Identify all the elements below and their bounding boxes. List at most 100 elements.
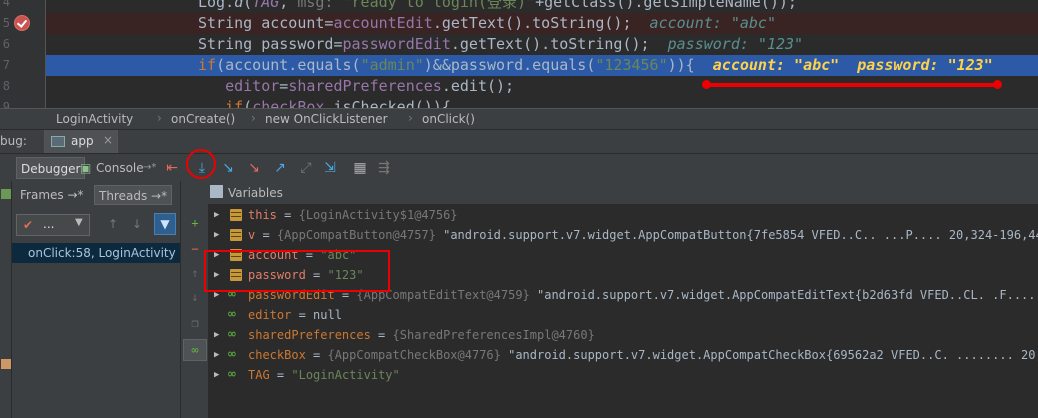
session-name: app [71, 134, 94, 148]
expand-arrow-icon[interactable]: ▶ [214, 325, 219, 345]
variable-row[interactable]: ▶ v = {AppCompatButton@4757} "android.sup… [208, 225, 1038, 245]
code-token: "admin" [360, 56, 424, 74]
code-token: if [198, 56, 217, 74]
code-token: sharedPreferences [288, 77, 442, 95]
filter-icon[interactable]: ▼ [154, 213, 176, 235]
arrow-down-icon[interactable]: ↓ [132, 217, 142, 231]
code-token: "ready to login(登录)" [342, 0, 536, 11]
code-token: d [234, 0, 244, 11]
variable-value: "android.support.v7.widget.AppCompatEdit… [537, 288, 1038, 302]
console-icon: ▣ [80, 161, 92, 175]
drop-frame-icon[interactable]: ⤢ [298, 160, 314, 176]
console-pin-icon[interactable]: →* [143, 157, 156, 179]
evaluate-expression-icon[interactable]: ▦ [352, 160, 368, 176]
variables-title: Variables [228, 186, 283, 200]
variable-row[interactable]: ▶ ∞ TAG = "LoginActivity" [208, 365, 1038, 385]
tab-frames[interactable]: Frames →* [20, 185, 84, 205]
side-tool-strip [0, 181, 12, 418]
breakpoint-line[interactable]: String account=accountEdit.getText().toS… [46, 13, 1038, 34]
variable-value: "LoginActivity" [291, 368, 400, 382]
inline-debug-value: account: "abc" [631, 14, 776, 32]
code-token: String password= [198, 35, 343, 53]
frame-item[interactable]: onClick:58, LoginActivity [12, 243, 208, 263]
variable-equals: = [370, 328, 393, 342]
variable-text: sharedPreferences = {SharedPreferencesIm… [248, 325, 595, 345]
breadcrumb-class[interactable]: LoginActivity [56, 112, 133, 126]
run-to-cursor-icon[interactable]: ⇲ [322, 160, 338, 176]
pause-icon[interactable] [1, 359, 11, 369]
code-token: .edit(); [441, 77, 515, 95]
code-token: = [279, 77, 289, 95]
thread-selector[interactable]: ✔ ... ▼ [16, 214, 90, 236]
code-token: TAG [252, 0, 280, 11]
expand-arrow-icon[interactable]: ▶ [214, 365, 219, 385]
breadcrumb-method[interactable]: onCreate() [171, 112, 235, 126]
code-token: checkBox [252, 98, 325, 108]
variable-name: TAG [248, 368, 270, 382]
inline-debug-value: password: "123" [649, 35, 804, 53]
expand-arrow-icon[interactable]: ▶ [214, 225, 219, 245]
variables-header: Variables [208, 181, 1038, 205]
resume-icon[interactable] [1, 189, 11, 199]
tab-console[interactable]: Console [96, 157, 144, 179]
move-down-icon[interactable]: ↓ [187, 289, 203, 305]
close-icon[interactable]: × [103, 133, 113, 147]
editor-gutter[interactable]: 4 5 6 7 8 9 [0, 0, 46, 108]
move-up-icon[interactable]: ↑ [187, 265, 203, 281]
step-out-icon[interactable]: ↗ [272, 160, 288, 176]
variable-text: v = {AppCompatButton@4757} "android.supp… [248, 225, 1038, 245]
expand-arrow-icon[interactable]: ▶ [214, 205, 219, 225]
force-step-into-icon[interactable]: ↘ [246, 160, 262, 176]
variable-row[interactable]: ▶ ∞ checkBox = {AppCompatCheckBox@4776} "a… [208, 345, 1038, 365]
code-token: ( [243, 98, 253, 108]
captured-variable-icon: ∞ [228, 367, 236, 382]
variable-text: checkBox = {AppCompatCheckBox@4776} "and… [248, 345, 1038, 365]
variable-name: checkBox [248, 348, 306, 362]
code-editor[interactable]: 456789 Log.d(TAG, msg: "ready to login(登… [0, 0, 1038, 108]
debug-session-tab[interactable]: app × [44, 130, 118, 154]
variable-row[interactable]: ▶ this = {LoginActivity$1@4756} [208, 205, 1038, 225]
expand-arrow-icon[interactable]: ▶ [214, 345, 219, 365]
variable-type: {AppCompatButton@4757} [276, 228, 436, 242]
tab-threads[interactable]: Threads →* [94, 185, 173, 205]
variable-equals: = [305, 348, 328, 362]
code-line[interactable]: String password=passwordEdit.getText().t… [46, 34, 1038, 55]
code-text: String account=accountEdit.getText().toS… [198, 13, 776, 34]
code-token: "123456" [595, 56, 668, 74]
execution-line[interactable]: if(account.equals("admin")&&password.equ… [46, 55, 1038, 76]
variable-type: {AppCompatCheckBox@4776} [327, 348, 501, 362]
line-number: 4 [2, 0, 10, 9]
annotation-circle [186, 149, 216, 179]
show-watches-icon[interactable]: ∞ [183, 339, 207, 361]
variable-row[interactable]: ∞ editor = null [208, 305, 1038, 325]
chevron-down-icon: ▼ [75, 217, 83, 228]
code-token: passwordEdit [342, 35, 451, 53]
show-execution-point-icon[interactable]: ⇤ [164, 160, 180, 176]
code-line[interactable]: if(checkBox.isChecked()){ [46, 97, 1038, 108]
variables-icon [210, 185, 223, 198]
step-into-icon[interactable]: ↘ [220, 160, 236, 176]
tab-debugger[interactable]: Debugger [16, 157, 86, 179]
breakpoint-icon[interactable] [14, 15, 30, 31]
code-line[interactable]: Log.d(TAG, msg: "ready to login(登录)"+get… [46, 0, 1038, 13]
variable-row[interactable]: ▶ ∞ sharedPreferences = {SharedPreferences… [208, 325, 1038, 345]
breadcrumb-callback[interactable]: onClick() [422, 112, 475, 126]
settings-icon[interactable]: ⇶ [376, 160, 392, 176]
new-watch-icon[interactable]: + [187, 215, 203, 231]
variables-tree[interactable]: ▶ this = {LoginActivity$1@4756} ▶ v = {AppC… [208, 205, 1038, 418]
copy-icon[interactable]: ❐ [187, 315, 203, 331]
field-icon [230, 209, 242, 221]
breadcrumb-listener[interactable]: new OnClickListener [265, 112, 388, 126]
breadcrumb-separator: › [408, 111, 413, 125]
debug-toolbar: Debugger ▣ Console →* ⇤ ⤓ ↘ ↘ ↗ ⤢ ⇲ ▦ ⇶ [0, 153, 1038, 181]
remove-watch-icon[interactable]: − [187, 241, 203, 257]
arrow-up-icon[interactable]: ↑ [108, 217, 118, 231]
annotation-underline [702, 80, 1002, 89]
code-token: .getText().toString(); [432, 14, 632, 32]
code-token: +getClass().getSimpleName()); [535, 0, 797, 11]
variable-type: {SharedPreferencesImpl@4760} [392, 328, 595, 342]
variable-text: this = {LoginActivity$1@4756} [248, 205, 458, 225]
code-text: Log.d(TAG, msg: "ready to login(登录)"+get… [198, 0, 797, 13]
breadcrumb: LoginActivity › onCreate() › new OnClick… [0, 108, 1038, 129]
code-token: if [198, 98, 244, 108]
